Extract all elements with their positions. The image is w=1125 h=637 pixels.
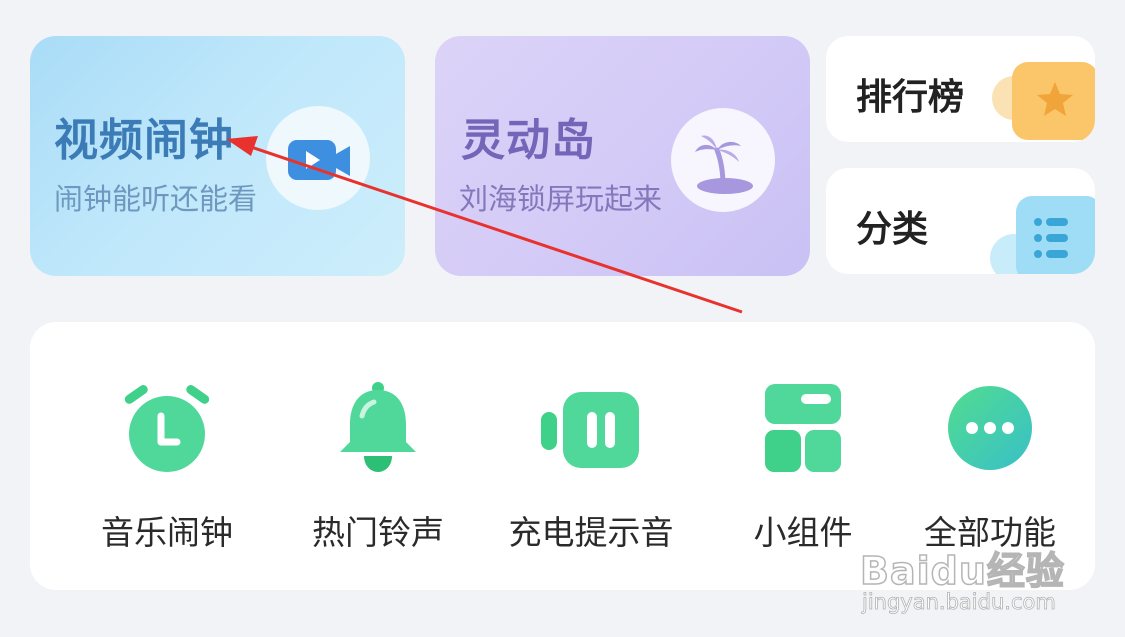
star-icon [992,62,1095,140]
video-play-icon [288,140,350,180]
charging-battery-icon [541,392,639,468]
tool-hot-ringtones[interactable]: 热门铃声 [278,322,478,590]
video-alarm-subtitle: 闹钟能听还能看 [54,182,258,216]
alarm-clock-icon [124,385,210,472]
ranking-card[interactable]: 排行榜 [826,36,1095,142]
category-card[interactable]: 分类 [826,168,1095,274]
video-icon-circle [266,106,370,210]
dynamic-island-card[interactable]: 灵动岛 刘海锁屏玩起来 [435,36,810,276]
tool-music-alarm-label: 音乐闹钟 [101,513,233,552]
watermark-url: jingyan.baidu.com [862,590,1057,615]
bell-icon [340,382,416,472]
list-icon [990,196,1095,274]
watermark-logo: Baidu经验 [859,548,1065,594]
palm-tree-island-icon [695,135,753,194]
tool-charging-sound-label: 充电提示音 [508,513,674,552]
dynamic-island-title: 灵动岛 [461,115,596,166]
widget-grid-icon [765,384,841,472]
island-icon-circle [671,108,775,212]
more-dots-icon [948,386,1032,470]
tool-hot-ringtones-label: 热门铃声 [312,513,444,552]
video-alarm-title: 视频闹钟 [54,115,234,166]
video-alarm-card[interactable]: 视频闹钟 闹钟能听还能看 [30,36,405,276]
dynamic-island-subtitle: 刘海锁屏玩起来 [459,182,663,216]
tool-charging-sound[interactable]: 充电提示音 [491,322,691,590]
baidu-jingyan-watermark: Baidu经验 jingyan.baidu.com [859,540,1070,635]
tool-music-alarm[interactable]: 音乐闹钟 [67,322,267,590]
ranking-label: 排行榜 [856,77,965,118]
category-label: 分类 [856,209,929,250]
